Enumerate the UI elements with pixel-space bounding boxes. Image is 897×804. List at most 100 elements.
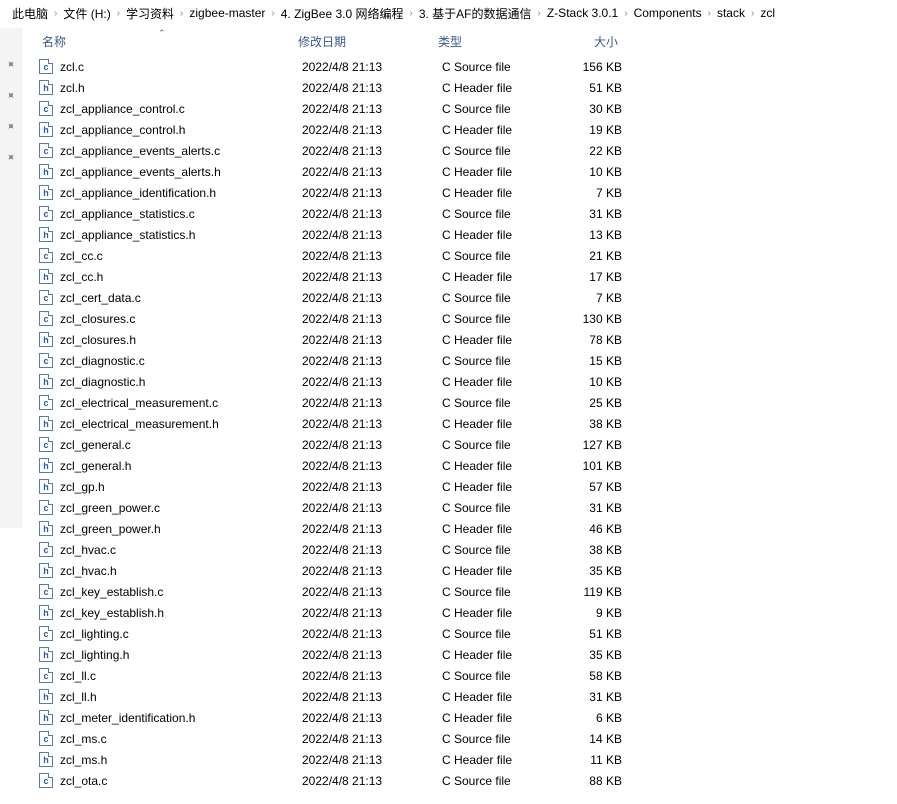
file-row[interactable]: hzcl_electrical_measurement.h2022/4/8 21… [38, 413, 897, 434]
file-row[interactable]: hzcl_appliance_control.h2022/4/8 21:13C … [38, 119, 897, 140]
file-date: 2022/4/8 21:13 [302, 333, 442, 347]
h-file-icon: h [38, 374, 54, 390]
h-file-icon: h [38, 521, 54, 537]
file-row[interactable]: hzcl_gp.h2022/4/8 21:13C Header file57 K… [38, 476, 897, 497]
file-row[interactable]: hzcl_hvac.h2022/4/8 21:13C Header file35… [38, 560, 897, 581]
file-type: C Source file [442, 60, 562, 74]
file-row[interactable]: hzcl.h2022/4/8 21:13C Header file51 KB [38, 77, 897, 98]
column-header-date[interactable]: 修改日期 [298, 33, 438, 50]
h-file-icon: h [38, 164, 54, 180]
breadcrumb-item[interactable]: stack [713, 4, 749, 22]
file-row[interactable]: czcl_electrical_measurement.c2022/4/8 21… [38, 392, 897, 413]
file-date: 2022/4/8 21:13 [302, 417, 442, 431]
file-size: 119 KB [562, 585, 642, 599]
file-type: C Source file [442, 312, 562, 326]
file-row[interactable]: czcl_green_power.c2022/4/8 21:13C Source… [38, 497, 897, 518]
file-row[interactable]: czcl_lighting.c2022/4/8 21:13C Source fi… [38, 623, 897, 644]
file-row[interactable]: czcl_cc.c2022/4/8 21:13C Source file21 K… [38, 245, 897, 266]
file-row[interactable]: hzcl_green_power.h2022/4/8 21:13C Header… [38, 518, 897, 539]
file-row[interactable]: hzcl_closures.h2022/4/8 21:13C Header fi… [38, 329, 897, 350]
file-date: 2022/4/8 21:13 [302, 480, 442, 494]
file-name: zcl_cert_data.c [60, 291, 302, 305]
file-row[interactable]: czcl_general.c2022/4/8 21:13C Source fil… [38, 434, 897, 455]
file-type: C Source file [442, 669, 562, 683]
file-type: C Header file [442, 753, 562, 767]
file-row[interactable]: czcl_appliance_control.c2022/4/8 21:13C … [38, 98, 897, 119]
file-type: C Header file [442, 459, 562, 473]
chevron-right-icon: › [536, 8, 543, 19]
breadcrumb-item[interactable]: Z-Stack 3.0.1 [543, 4, 622, 22]
file-size: 30 KB [562, 102, 642, 116]
file-row[interactable]: czcl_ms.c2022/4/8 21:13C Source file14 K… [38, 728, 897, 749]
file-row[interactable]: czcl_ota.c2022/4/8 21:13C Source file88 … [38, 770, 897, 791]
file-row[interactable]: hzcl_appliance_statistics.h2022/4/8 21:1… [38, 224, 897, 245]
h-file-icon: h [38, 479, 54, 495]
c-file-icon: c [38, 206, 54, 222]
file-row[interactable]: czcl_closures.c2022/4/8 21:13C Source fi… [38, 308, 897, 329]
file-type: C Source file [442, 291, 562, 305]
file-row[interactable]: hzcl_meter_identification.h2022/4/8 21:1… [38, 707, 897, 728]
breadcrumb-item[interactable]: 此电脑 [8, 3, 52, 24]
file-size: 101 KB [562, 459, 642, 473]
file-size: 10 KB [562, 165, 642, 179]
file-row[interactable]: hzcl_cc.h2022/4/8 21:13C Header file17 K… [38, 266, 897, 287]
c-file-icon: c [38, 353, 54, 369]
c-file-icon: c [38, 773, 54, 789]
column-header-type[interactable]: 类型 [438, 33, 558, 50]
file-row[interactable]: czcl_diagnostic.c2022/4/8 21:13C Source … [38, 350, 897, 371]
file-date: 2022/4/8 21:13 [302, 732, 442, 746]
file-row[interactable]: hzcl_ms.h2022/4/8 21:13C Header file11 K… [38, 749, 897, 770]
c-file-icon: c [38, 290, 54, 306]
breadcrumb-item[interactable]: 文件 (H:) [59, 3, 114, 24]
file-date: 2022/4/8 21:13 [302, 60, 442, 74]
h-file-icon: h [38, 710, 54, 726]
breadcrumb-item[interactable]: Components [630, 4, 706, 22]
file-row[interactable]: hzcl_appliance_identification.h2022/4/8 … [38, 182, 897, 203]
c-file-icon: c [38, 731, 54, 747]
chevron-right-icon: › [749, 8, 756, 19]
file-date: 2022/4/8 21:13 [302, 564, 442, 578]
breadcrumb-item[interactable]: 3. 基于AF的数据通信 [415, 3, 536, 24]
pin-icon: ✦ [3, 119, 19, 135]
file-name: zcl_hvac.h [60, 564, 302, 578]
file-row[interactable]: hzcl_key_establish.h2022/4/8 21:13C Head… [38, 602, 897, 623]
file-row[interactable]: hzcl_diagnostic.h2022/4/8 21:13C Header … [38, 371, 897, 392]
file-type: C Header file [442, 186, 562, 200]
quick-access-bar: ✦ ✦ ✦ ✦ [0, 28, 22, 528]
file-date: 2022/4/8 21:13 [302, 186, 442, 200]
file-type: C Source file [442, 396, 562, 410]
file-date: 2022/4/8 21:13 [302, 669, 442, 683]
file-size: 11 KB [562, 753, 642, 767]
breadcrumb-item[interactable]: 4. ZigBee 3.0 网络编程 [277, 3, 408, 24]
file-type: C Header file [442, 228, 562, 242]
file-size: 21 KB [562, 249, 642, 263]
column-header-name[interactable]: 名称 [38, 33, 298, 50]
breadcrumb-item[interactable]: 学习资料 [122, 3, 178, 24]
file-row[interactable]: czcl_hvac.c2022/4/8 21:13C Source file38… [38, 539, 897, 560]
h-file-icon: h [38, 416, 54, 432]
file-row[interactable]: hzcl_general.h2022/4/8 21:13C Header fil… [38, 455, 897, 476]
h-file-icon: h [38, 185, 54, 201]
file-row[interactable]: czcl_appliance_statistics.c2022/4/8 21:1… [38, 203, 897, 224]
breadcrumb-item[interactable]: zigbee-master [185, 4, 269, 22]
file-row[interactable]: czcl_appliance_events_alerts.c2022/4/8 2… [38, 140, 897, 161]
file-name: zcl_diagnostic.c [60, 354, 302, 368]
file-name: zcl_ll.h [60, 690, 302, 704]
file-row[interactable]: hzcl_lighting.h2022/4/8 21:13C Header fi… [38, 644, 897, 665]
file-row[interactable]: hzcl_appliance_events_alerts.h2022/4/8 2… [38, 161, 897, 182]
breadcrumb[interactable]: 此电脑›文件 (H:)›学习资料›zigbee-master›4. ZigBee… [0, 0, 897, 26]
file-row[interactable]: czcl.c2022/4/8 21:13C Source file156 KB [38, 56, 897, 77]
file-type: C Header file [442, 690, 562, 704]
file-size: 9 KB [562, 606, 642, 620]
column-header-size[interactable]: 大小 [558, 33, 638, 50]
file-row[interactable]: czcl_cert_data.c2022/4/8 21:13C Source f… [38, 287, 897, 308]
file-size: 14 KB [562, 732, 642, 746]
file-size: 58 KB [562, 669, 642, 683]
file-date: 2022/4/8 21:13 [302, 711, 442, 725]
file-row[interactable]: hzcl_ll.h2022/4/8 21:13C Header file31 K… [38, 686, 897, 707]
c-file-icon: c [38, 59, 54, 75]
file-row[interactable]: czcl_key_establish.c2022/4/8 21:13C Sour… [38, 581, 897, 602]
file-size: 22 KB [562, 144, 642, 158]
file-row[interactable]: czcl_ll.c2022/4/8 21:13C Source file58 K… [38, 665, 897, 686]
breadcrumb-item[interactable]: zcl [756, 4, 779, 22]
